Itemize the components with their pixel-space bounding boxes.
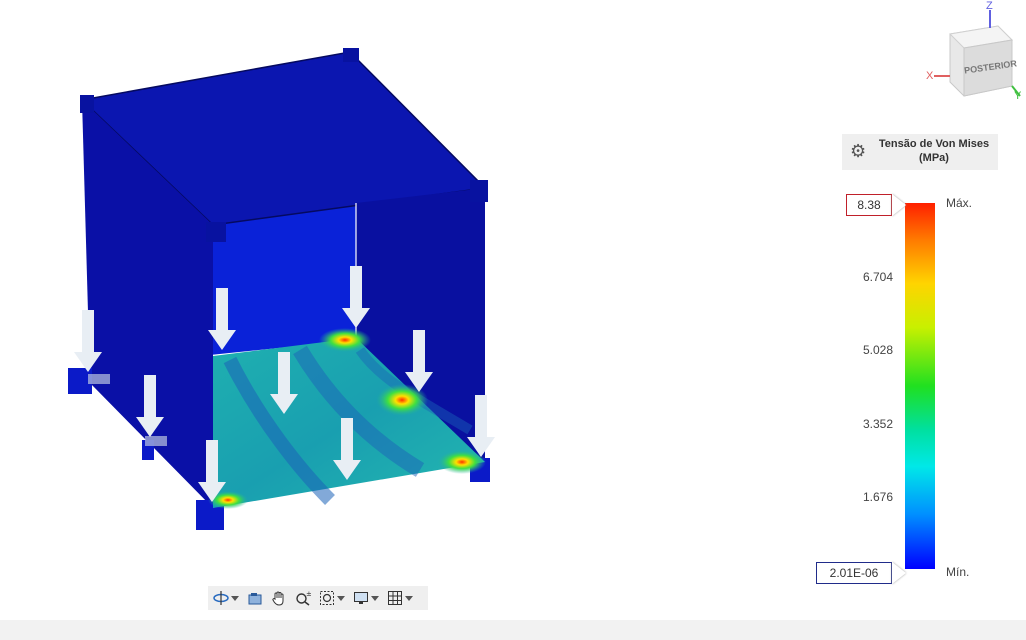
axis-x-label: X bbox=[926, 70, 934, 82]
grid-dropdown[interactable] bbox=[404, 589, 414, 607]
view-cube[interactable]: POSTERIOR Z X Y bbox=[920, 0, 1026, 106]
orbit-icon[interactable] bbox=[212, 589, 230, 607]
legend-tick: 1.676 bbox=[862, 490, 893, 504]
min-pointer[interactable] bbox=[892, 562, 906, 584]
color-scale-bar bbox=[905, 203, 935, 569]
simulation-model[interactable] bbox=[0, 0, 1026, 620]
zoom-icon[interactable]: ± bbox=[294, 589, 312, 607]
axis-z-label: Z bbox=[986, 0, 993, 12]
look-at-icon[interactable] bbox=[246, 589, 264, 607]
gear-icon[interactable]: ⚙ bbox=[850, 142, 868, 160]
min-label: Mín. bbox=[946, 565, 970, 579]
legend-tick: 3.352 bbox=[862, 417, 893, 431]
pan-hand-icon[interactable] bbox=[270, 589, 288, 607]
max-value-box[interactable]: 8.38 bbox=[846, 194, 892, 216]
graphics-viewport[interactable]: POSTERIOR Z X Y ⚙ Tensão de Von Mises (M… bbox=[0, 0, 1026, 620]
zoom-window-dropdown[interactable] bbox=[336, 589, 346, 607]
orbit-dropdown[interactable] bbox=[230, 589, 240, 607]
svg-text:±: ± bbox=[306, 590, 311, 598]
grid-icon[interactable] bbox=[386, 589, 404, 607]
zoom-window-icon[interactable] bbox=[318, 589, 336, 607]
display-settings-dropdown[interactable] bbox=[370, 589, 380, 607]
status-bar bbox=[0, 620, 1026, 640]
legend-title-line2: (MPa) bbox=[919, 152, 949, 164]
view-cube-graphic[interactable] bbox=[920, 2, 1026, 106]
display-settings-icon[interactable] bbox=[352, 589, 370, 607]
max-label: Máx. bbox=[946, 196, 973, 210]
max-pointer[interactable] bbox=[892, 194, 906, 216]
legend-title: Tensão de Von Mises (MPa) bbox=[872, 137, 996, 165]
navigation-toolbar: ± bbox=[208, 586, 428, 610]
legend-header: ⚙ Tensão de Von Mises (MPa) bbox=[842, 134, 998, 170]
legend-tick: 6.704 bbox=[862, 270, 893, 284]
axis-y-label: Y bbox=[1014, 90, 1022, 102]
min-value-box[interactable]: 2.01E-06 bbox=[816, 562, 892, 584]
legend-title-line1: Tensão de Von Mises bbox=[878, 138, 990, 150]
legend-tick: 5.028 bbox=[862, 343, 893, 357]
